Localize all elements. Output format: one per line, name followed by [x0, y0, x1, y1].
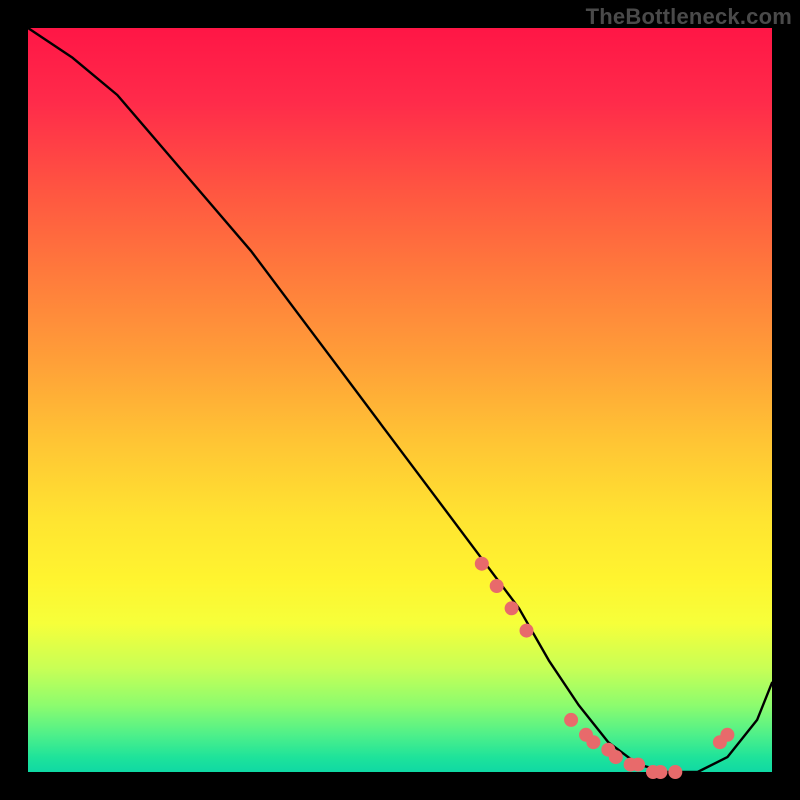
highlight-dots: [475, 557, 735, 779]
bottleneck-curve: [28, 28, 772, 772]
highlight-dot: [609, 750, 623, 764]
chart-frame: TheBottleneck.com: [0, 0, 800, 800]
highlight-dot: [564, 713, 578, 727]
highlight-dot: [586, 735, 600, 749]
highlight-dot: [668, 765, 682, 779]
curve-svg: [28, 28, 772, 772]
highlight-dot: [720, 728, 734, 742]
plot-area: [28, 28, 772, 772]
highlight-dot: [631, 758, 645, 772]
watermark-text: TheBottleneck.com: [586, 4, 792, 30]
highlight-dot: [505, 601, 519, 615]
highlight-dot: [490, 579, 504, 593]
highlight-dot: [653, 765, 667, 779]
highlight-dot: [475, 557, 489, 571]
highlight-dot: [520, 624, 534, 638]
